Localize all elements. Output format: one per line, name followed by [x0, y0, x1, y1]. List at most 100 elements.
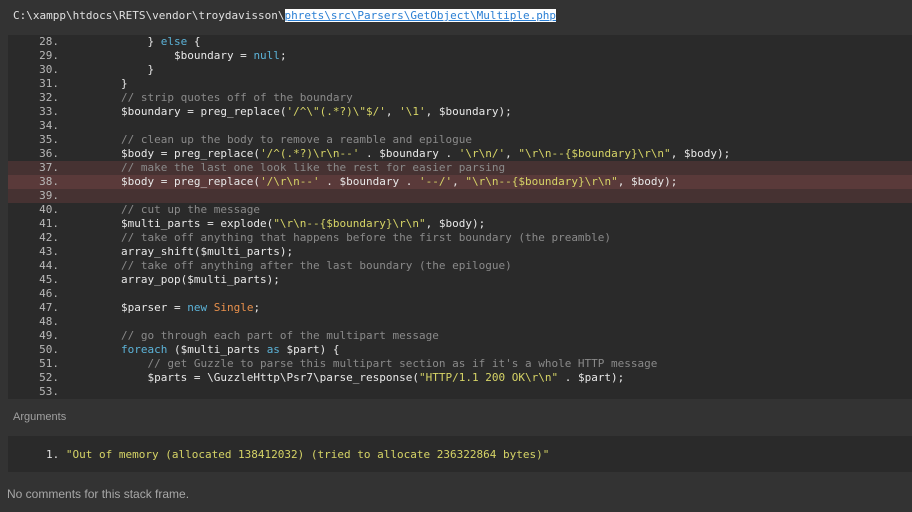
code-token: } — [68, 77, 128, 90]
code-line: 51. // get Guzzle to parse this multipar… — [8, 357, 912, 371]
line-number: 53. — [39, 385, 59, 398]
code-line: 31. } — [8, 77, 912, 91]
code-token: } — [68, 63, 155, 76]
code-text: // clean up the body to remove a reamble… — [68, 133, 472, 147]
code-text: } — [68, 63, 154, 77]
code-token: // clean up the body to remove a reamble… — [68, 133, 472, 146]
code-token: , — [452, 175, 466, 188]
line-number: 47. — [39, 301, 59, 314]
code-line: 42. // take off anything that happens be… — [8, 231, 912, 245]
code-text: // take off anything that happens before… — [68, 231, 611, 245]
code-token: // get Guzzle to parse this multipart se… — [68, 357, 658, 370]
code-text: // make the last one look like the rest … — [68, 161, 505, 175]
code-token: $multi_parts = explode( — [68, 217, 274, 230]
code-viewer: 28. } else {29. $boundary = null; 30. } 31… — [8, 35, 912, 399]
argument-value: "Out of memory (allocated 138412032) (tr… — [65, 448, 550, 461]
code-line: 37. // make the last one look like the r… — [8, 161, 912, 175]
code-text: // get Guzzle to parse this multipart se… — [68, 357, 657, 371]
code-text: $parser = new Single; — [68, 301, 260, 315]
code-token: $parts = \GuzzleHttp\Psr7\parse_response… — [68, 371, 419, 384]
code-token: "\r\n--{$boundary}\r\n" — [273, 217, 426, 230]
code-text: $parts = \GuzzleHttp\Psr7\parse_response… — [68, 371, 624, 385]
code-line: 28. } else { — [8, 35, 912, 49]
line-number: 52. — [39, 371, 59, 384]
arguments-heading: Arguments — [13, 411, 67, 423]
code-token: array_shift($multi_parts); — [68, 245, 294, 258]
code-text: $body = preg_replace('/^(.*?)\r\n--' . $… — [68, 147, 730, 161]
line-number: 42. — [39, 231, 59, 244]
no-comments-text: No comments for this stack frame. — [7, 487, 190, 501]
code-token: "\r\n--{$boundary}\r\n" — [465, 175, 618, 188]
line-number: 45. — [39, 273, 59, 286]
code-token: else — [160, 35, 188, 48]
code-text: // go through each part of the multipart… — [68, 329, 439, 343]
line-number: 40. — [39, 203, 59, 216]
code-token: ; — [253, 301, 261, 314]
argument-number: 1. — [46, 448, 60, 461]
code-line: 48. — [8, 315, 912, 329]
code-line: 32. // strip quotes off of the boundary — [8, 91, 912, 105]
code-token: , $body); — [670, 147, 731, 160]
line-number: 51. — [39, 357, 59, 370]
file-path: C:\xampp\htdocs\RETS\vendor\troydavisson… — [13, 8, 557, 24]
code-line: 36. $body = preg_replace('/^(.*?)\r\n--'… — [8, 147, 912, 161]
argument-item: 1. "Out of memory (allocated 138412032) … — [46, 448, 549, 462]
code-line: 44. // take off anything after the last … — [8, 259, 912, 273]
code-line-highlighted: 38. $body = preg_replace('/\r\n--' . $bo… — [8, 175, 912, 189]
code-text: } — [68, 77, 128, 91]
code-line: 29. $boundary = null; — [8, 49, 912, 63]
code-token: { — [187, 35, 201, 48]
line-number: 44. — [39, 259, 59, 272]
code-text: // strip quotes off of the boundary — [68, 91, 353, 105]
line-number: 30. — [39, 63, 59, 76]
code-token: , $boundary); — [425, 105, 512, 118]
code-line: 43. array_shift($multi_parts); — [8, 245, 912, 259]
line-number: 49. — [39, 329, 59, 342]
file-path-link[interactable]: phrets\src\Parsers\GetObject\Multiple.ph… — [285, 9, 557, 22]
code-token: // make the last one look like the rest … — [68, 161, 506, 174]
code-token: $boundary = preg_replace( — [68, 105, 287, 118]
line-number: 46. — [39, 287, 59, 300]
code-token: '/^\"(.*?)\"$/' — [286, 105, 386, 118]
code-line: 50. foreach ($multi_parts as $part) { — [8, 343, 912, 357]
code-token: '--/' — [419, 175, 453, 188]
code-token: . $boundary . — [359, 147, 459, 160]
line-number: 33. — [39, 105, 59, 118]
code-token: '/\r\n--' — [260, 175, 320, 188]
line-number: 35. — [39, 133, 59, 146]
line-number: 31. — [39, 77, 59, 90]
line-number: 41. — [39, 217, 59, 230]
code-token: '\1' — [399, 105, 426, 118]
code-token: // cut up the message — [68, 203, 261, 216]
code-line: 39. — [8, 189, 912, 203]
code-text: $body = preg_replace('/\r\n--' . $bounda… — [68, 175, 677, 189]
line-number: 38. — [39, 175, 59, 188]
line-number: 50. — [39, 343, 59, 356]
code-token: // go through each part of the multipart… — [68, 329, 439, 342]
line-number: 48. — [39, 315, 59, 328]
arguments-panel: 1. "Out of memory (allocated 138412032) … — [8, 436, 912, 472]
code-text: foreach ($multi_parts as $part) { — [68, 343, 340, 357]
code-token: foreach — [68, 343, 168, 356]
code-text: array_shift($multi_parts); — [68, 245, 293, 259]
code-token: $body = preg_replace( — [68, 147, 261, 160]
code-token: ($multi_parts — [167, 343, 267, 356]
code-token: array_pop($multi_parts); — [68, 273, 280, 286]
code-text: // cut up the message — [68, 203, 260, 217]
code-token: , $body); — [617, 175, 678, 188]
code-token: . $boundary . — [319, 175, 420, 188]
code-line: 33. $boundary = preg_replace('/^\"(.*?)\… — [8, 105, 912, 119]
code-token: new — [187, 301, 208, 314]
code-text: $boundary = preg_replace('/^\"(.*?)\"$/'… — [68, 105, 512, 119]
code-token: Single — [213, 301, 254, 314]
code-token: $boundary = — [68, 49, 254, 62]
code-token: } — [68, 35, 161, 48]
line-number: 39. — [39, 189, 59, 202]
line-number: 37. — [39, 161, 59, 174]
code-line: 46. — [8, 287, 912, 301]
code-text: // take off anything after the last boun… — [68, 259, 512, 273]
code-token: , — [385, 105, 400, 118]
code-line: 34. — [8, 119, 912, 133]
line-number: 43. — [39, 245, 59, 258]
